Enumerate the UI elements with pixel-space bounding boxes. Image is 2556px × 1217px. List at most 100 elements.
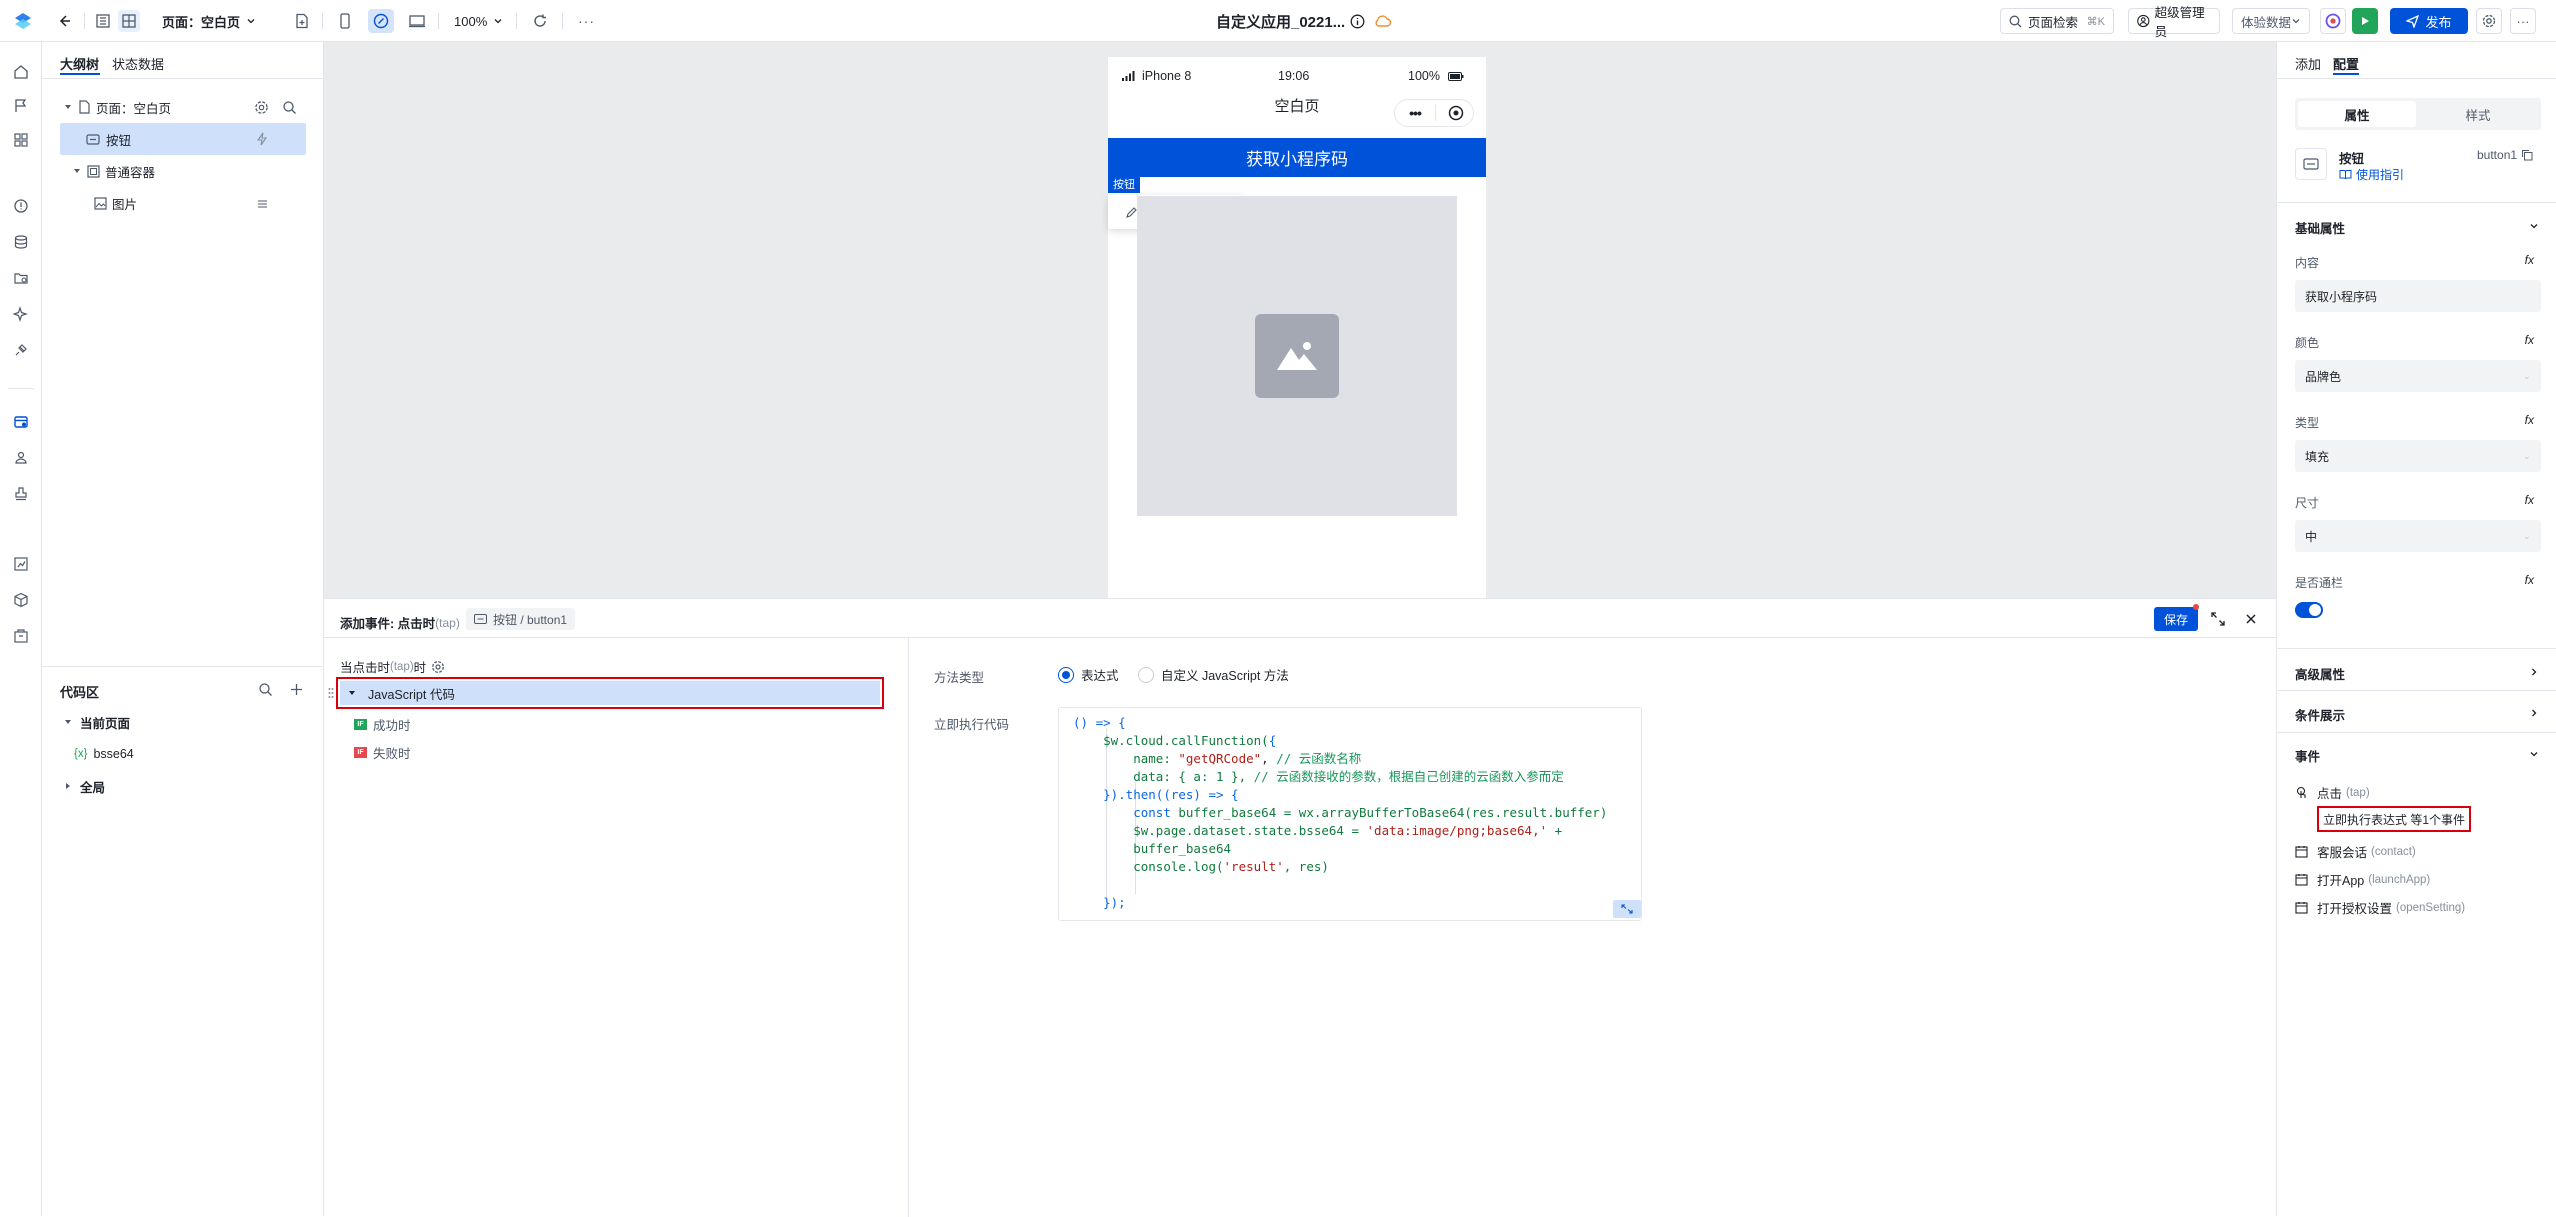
tree-item-image[interactable]: 图片 bbox=[60, 187, 306, 219]
events-section-header[interactable]: 事件 bbox=[2295, 746, 2320, 765]
color-fx-icon[interactable]: fx bbox=[2525, 333, 2534, 347]
block-toggle[interactable] bbox=[2295, 602, 2323, 618]
page-settings-gear-icon[interactable] bbox=[254, 100, 269, 115]
settings-gear-icon[interactable] bbox=[2476, 8, 2502, 34]
package-icon[interactable] bbox=[11, 626, 31, 646]
save-button[interactable]: 保存 bbox=[2154, 607, 2198, 631]
flag-icon[interactable] bbox=[11, 96, 31, 116]
chart-icon[interactable] bbox=[11, 554, 31, 574]
subtab-styles[interactable]: 样式 bbox=[2419, 101, 2537, 127]
code-global[interactable]: 全局 bbox=[60, 770, 306, 802]
add-code-plus-icon[interactable] bbox=[290, 683, 303, 696]
chevron-down-icon: ⌄ bbox=[2522, 370, 2531, 382]
layout-grid-icon[interactable] bbox=[118, 10, 140, 32]
mobile-view-icon[interactable] bbox=[338, 0, 352, 42]
code-search-icon[interactable] bbox=[258, 682, 273, 697]
desktop-view-icon[interactable] bbox=[408, 0, 426, 42]
usage-guide-link[interactable]: 使用指引 bbox=[2339, 166, 2404, 183]
back-arrow-icon[interactable] bbox=[56, 0, 72, 42]
color-select[interactable]: 品牌色 ⌄ bbox=[2295, 360, 2541, 392]
editor-active-icon[interactable] bbox=[11, 412, 31, 432]
radio-custom-js-label: 自定义 JavaScript 方法 bbox=[1161, 669, 1289, 683]
more-menu-icon[interactable]: ··· bbox=[578, 0, 595, 42]
components-grid-icon[interactable] bbox=[11, 130, 31, 150]
type-label: 类型 bbox=[2295, 416, 2320, 430]
zoom-selector[interactable]: 100% bbox=[454, 0, 503, 42]
sparkle-icon[interactable] bbox=[11, 304, 31, 324]
image-placeholder[interactable] bbox=[1137, 196, 1457, 516]
code-editor[interactable]: () => { $w.cloud.callFunction({ name: "g… bbox=[1058, 707, 1642, 921]
page-search-button[interactable]: 页面检索 ⌘K bbox=[2000, 8, 2114, 34]
admin-button[interactable]: 超级管理员 bbox=[2128, 6, 2220, 39]
data-mode-selector[interactable]: 体验数据 bbox=[2232, 8, 2310, 34]
tree-item-page[interactable]: 页面：空白页 bbox=[60, 91, 306, 123]
editor-fullscreen-icon[interactable] bbox=[1613, 900, 1641, 918]
edit-pencil-icon[interactable] bbox=[1125, 206, 1138, 219]
tree-item-label: 页面：空白页 bbox=[96, 101, 172, 116]
copy-id-icon[interactable] bbox=[2521, 149, 2533, 161]
event-open-setting[interactable]: 打开授权设置 (openSetting) bbox=[2295, 898, 2465, 917]
cube-icon[interactable] bbox=[11, 590, 31, 610]
alert-circle-icon[interactable] bbox=[11, 196, 31, 216]
tree-item-label: 按钮 bbox=[106, 133, 132, 148]
capsule-more-icon[interactable]: ••• bbox=[1395, 105, 1435, 121]
expand-icon[interactable] bbox=[2210, 611, 2226, 627]
tab-config[interactable]: 配置 bbox=[2333, 54, 2359, 73]
block-fx-icon[interactable]: fx bbox=[2525, 573, 2534, 587]
event-click-actions-summary[interactable]: 立即执行表达式 等1个事件 bbox=[2317, 806, 2471, 832]
tree-item-button[interactable]: 按钮 bbox=[60, 123, 306, 155]
tree-search-icon[interactable] bbox=[282, 100, 297, 115]
js-code-action[interactable]: JavaScript 代码 bbox=[328, 681, 880, 705]
type-fx-icon[interactable]: fx bbox=[2525, 413, 2534, 427]
plug-icon[interactable] bbox=[11, 340, 31, 360]
refresh-icon[interactable] bbox=[532, 0, 548, 42]
folder-icon[interactable] bbox=[11, 268, 31, 288]
chevron-down-icon[interactable] bbox=[2529, 221, 2539, 231]
home-icon[interactable] bbox=[11, 62, 31, 82]
condition-display-header[interactable]: 条件展示 bbox=[2295, 705, 2345, 724]
database-icon[interactable] bbox=[11, 232, 31, 252]
subtab-properties[interactable]: 属性 bbox=[2298, 101, 2416, 127]
advanced-props-header[interactable]: 高级属性 bbox=[2295, 664, 2345, 683]
size-fx-icon[interactable]: fx bbox=[2525, 493, 2534, 507]
page-selector[interactable]: 页面：空白页 bbox=[162, 0, 256, 42]
capsule-menu[interactable]: ••• bbox=[1394, 99, 1474, 127]
layout-list-icon[interactable] bbox=[92, 10, 114, 32]
tab-add[interactable]: 添加 bbox=[2295, 54, 2321, 73]
tab-state-data[interactable]: 状态数据 bbox=[112, 54, 164, 73]
info-icon[interactable] bbox=[1350, 0, 1365, 42]
capsule-close-icon[interactable] bbox=[1448, 105, 1464, 121]
miniprogram-view-icon[interactable] bbox=[368, 9, 394, 33]
chevron-right-icon[interactable] bbox=[2529, 708, 2539, 718]
radio-expression[interactable]: 表达式 bbox=[1058, 665, 1119, 684]
close-icon[interactable] bbox=[2244, 612, 2258, 626]
size-select[interactable]: 中 ⌄ bbox=[2295, 520, 2541, 552]
add-page-icon[interactable] bbox=[294, 0, 310, 42]
tree-item-container[interactable]: 普通容器 bbox=[60, 155, 306, 187]
publish-button[interactable]: 发布 bbox=[2390, 8, 2468, 34]
tab-outline-tree[interactable]: 大纲树 bbox=[60, 54, 99, 73]
on-fail-branch[interactable]: IF 失败时 bbox=[354, 743, 411, 762]
stamp-icon[interactable] bbox=[11, 484, 31, 504]
content-input[interactable]: 获取小程序码 bbox=[2295, 280, 2541, 312]
get-qrcode-button[interactable]: 获取小程序码 bbox=[1108, 138, 1486, 177]
preview-play-button[interactable] bbox=[2352, 8, 2378, 34]
type-select[interactable]: 填充 ⌄ bbox=[2295, 440, 2541, 472]
content-fx-icon[interactable]: fx bbox=[2525, 253, 2534, 267]
radio-unchecked-icon bbox=[1138, 666, 1154, 683]
code-var-item[interactable]: {x} bsse64 bbox=[60, 738, 306, 770]
on-success-branch[interactable]: IF 成功时 bbox=[354, 715, 411, 734]
event-click[interactable]: 点击 (tap) bbox=[2295, 783, 2370, 802]
event-contact[interactable]: 客服会话 (contact) bbox=[2295, 842, 2416, 861]
radio-custom-js[interactable]: 自定义 JavaScript 方法 bbox=[1138, 665, 1289, 684]
users-icon[interactable] bbox=[11, 448, 31, 468]
drag-handle-icon[interactable] bbox=[328, 687, 334, 699]
trigger-settings-gear-icon[interactable] bbox=[431, 660, 445, 674]
more-options-icon[interactable]: ··· bbox=[2510, 8, 2536, 34]
ai-assistant-icon[interactable] bbox=[2320, 8, 2346, 34]
event-launch-app[interactable]: 打开App (launchApp) bbox=[2295, 870, 2430, 889]
code-current-page[interactable]: 当前页面 bbox=[60, 706, 306, 738]
basic-props-header[interactable]: 基础属性 bbox=[2295, 218, 2345, 237]
chevron-down-icon[interactable] bbox=[2529, 749, 2539, 759]
chevron-right-icon[interactable] bbox=[2529, 667, 2539, 677]
